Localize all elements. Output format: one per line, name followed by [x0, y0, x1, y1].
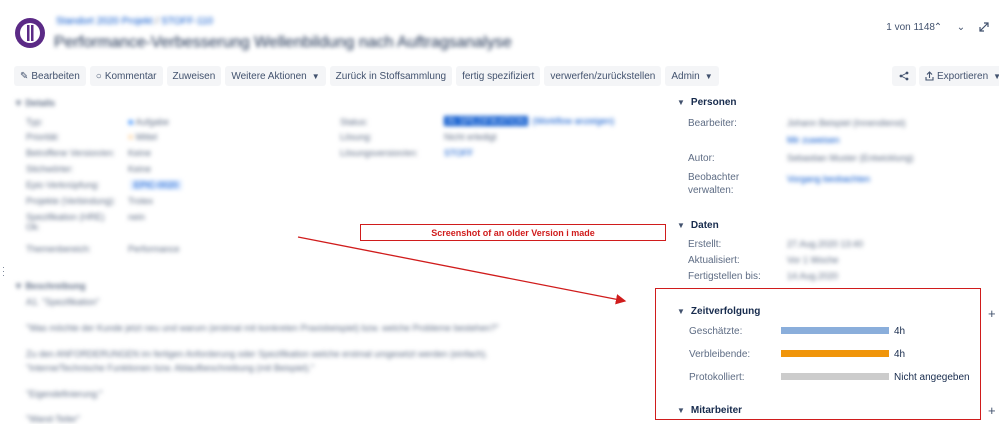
estimated-value: 4h	[894, 326, 906, 337]
chevron-down-icon: ▼	[311, 71, 320, 81]
view-workflow-link[interactable]: (Workflow anzeigen)	[532, 116, 614, 126]
fix-version-value[interactable]: STOFF	[444, 148, 473, 158]
created-label: Erstellt:	[688, 239, 722, 250]
type-label: Typ:	[26, 117, 44, 127]
projects-value: Trotex	[128, 196, 154, 206]
description-line: A1. "Spezifikation"	[26, 297, 100, 307]
remaining-label: Verbleibende:	[689, 349, 751, 360]
status-badge[interactable]: IN SPEZIFIKATION	[444, 116, 529, 126]
pencil-icon: ✎	[20, 70, 29, 82]
type-value: ■ Aufgabe	[128, 117, 169, 127]
chevron-down-icon: ▼	[677, 221, 685, 230]
export-icon	[925, 71, 934, 81]
people-heading[interactable]: ▼ Personen	[677, 97, 737, 108]
created-value: 27.Aug.2020 13:40	[787, 239, 864, 249]
description-line: "Wand-Teiler"	[26, 414, 81, 424]
expand-icon[interactable]	[976, 19, 992, 35]
annotation-text: Screenshot of an older Version i made	[431, 227, 595, 238]
admin-button[interactable]: Admin ▼	[665, 66, 719, 86]
comment-icon: ○	[95, 70, 102, 82]
page-title: Performance-Verbesserung Wellenbildung n…	[54, 34, 512, 51]
pager-count: 1 von 1148	[886, 22, 935, 33]
share-button[interactable]	[892, 66, 916, 86]
chevron-down-icon: ▼	[993, 71, 999, 81]
resolution-label: Lösung:	[340, 132, 373, 142]
assignee-value: Johann Beispiel (Innendienst)	[787, 118, 906, 128]
chevron-down-icon: ▼	[677, 406, 685, 415]
chevron-down-icon: ▼	[677, 307, 685, 316]
time-tracking-heading[interactable]: ▼ Zeitverfolgung	[677, 306, 760, 317]
updated-value: Vor 1 Woche	[787, 255, 839, 265]
breadcrumb-issue[interactable]: STOFF-110	[161, 16, 213, 27]
fix-version-label: Lösungsversion/en:	[340, 148, 419, 158]
export-button[interactable]: Exportieren ▼	[919, 66, 999, 86]
comment-button[interactable]: ○ Kommentar	[89, 66, 163, 86]
epic-link-value[interactable]: EPIC-0020	[130, 180, 183, 190]
chevron-down-icon: ▼	[704, 71, 713, 81]
chevron-up-icon[interactable]: ⌃	[930, 19, 946, 35]
watch-issue-link[interactable]: Vorgang beobachten	[787, 174, 870, 184]
discard-postpone-button[interactable]: verwerfen/zurückstellen	[544, 66, 662, 86]
due-value: 14.Aug.2020	[787, 271, 839, 281]
chevron-down-icon: ▼	[677, 98, 685, 107]
author-value: Sebastian Muster (Entwicklung)	[787, 153, 914, 163]
topic-value: Performance	[128, 244, 180, 254]
remaining-value: 4h	[894, 349, 906, 360]
epic-link-label: Epic-Verknüpfung:	[26, 180, 100, 190]
spec-value: nein	[128, 212, 146, 222]
estimated-bar	[781, 327, 889, 334]
affected-version-label: Betroffene Version/en:	[26, 148, 115, 158]
breadcrumb-separator: /	[155, 16, 159, 27]
status-label: Status:	[340, 117, 369, 127]
action-toolbar: ✎ Bearbeiten ○ Kommentar Zuweisen Weiter…	[14, 66, 723, 86]
logged-value: Nicht angegeben	[894, 372, 970, 383]
resolution-value: Nicht erledigt	[444, 132, 497, 142]
author-label: Autor:	[688, 153, 715, 164]
details-heading[interactable]: ▼ Details	[14, 98, 55, 108]
assign-to-me-link[interactable]: Mir zuweisen	[787, 135, 840, 145]
description-line: "Interne/Technische Funktionen bzw. Abla…	[26, 363, 315, 373]
more-actions-button[interactable]: Weitere Aktionen ▼	[225, 66, 326, 86]
topic-label: Themenbereich:	[26, 244, 92, 254]
edit-button[interactable]: ✎ Bearbeiten	[14, 66, 86, 86]
share-icon	[899, 71, 909, 81]
assignee-label: Bearbeiter:	[688, 118, 737, 129]
watchers-label: Beobachter verwalten:	[688, 172, 740, 196]
annotation-callout: Screenshot of an older Version i made	[360, 224, 666, 241]
labels-value: Keine	[128, 164, 152, 174]
affected-version-value: Keine	[128, 148, 152, 158]
resize-handle[interactable]: · · ·	[2, 263, 5, 280]
add-time-icon[interactable]: +	[988, 306, 996, 321]
assign-button[interactable]: Zuweisen	[166, 66, 222, 86]
description-heading[interactable]: ▼ Beschreibung	[14, 281, 85, 291]
collaborators-heading[interactable]: ▼ Mitarbeiter	[677, 405, 742, 416]
logged-label: Protokolliert:	[689, 372, 745, 383]
breadcrumb-project[interactable]: Standort 2020 Projekt	[56, 16, 153, 27]
dates-heading[interactable]: ▼ Daten	[677, 220, 719, 231]
labels-label: Stichwörter:	[26, 164, 74, 174]
priority-value: = Mittel	[128, 132, 158, 142]
spec-label: Spezifikation (HRE) Ok:	[26, 212, 105, 232]
add-collaborator-icon[interactable]: +	[988, 403, 996, 418]
remaining-bar	[781, 350, 889, 357]
description-line: Zu den ANFORDERUNGEN im fertigen Anforde…	[26, 349, 488, 359]
project-logo	[15, 18, 45, 48]
priority-label: Priorität:	[26, 132, 60, 142]
chevron-down-icon: ▼	[14, 281, 23, 291]
projects-label: Projekte (Verbindung):	[26, 196, 116, 206]
chevron-down-icon: ▼	[14, 98, 23, 108]
breadcrumb: Standort 2020 Projekt / STOFF-110	[56, 16, 213, 27]
description-line: "Eigendefinierung:"	[26, 389, 103, 399]
description-line: "Was möchte der Kunde jetzt neu und waru…	[26, 323, 499, 333]
logged-bar	[781, 373, 889, 380]
fully-specified-button[interactable]: fertig spezifiziert	[456, 66, 541, 86]
updated-label: Aktualisiert:	[688, 255, 740, 266]
estimated-label: Geschätzte:	[689, 326, 743, 337]
status-value: IN SPEZIFIKATION (Workflow anzeigen)	[444, 116, 614, 126]
back-to-collection-button[interactable]: Zurück in Stoffsammlung	[329, 66, 453, 86]
chevron-down-icon[interactable]: ⌄	[953, 19, 969, 35]
due-label: Fertigstellen bis:	[688, 271, 761, 282]
